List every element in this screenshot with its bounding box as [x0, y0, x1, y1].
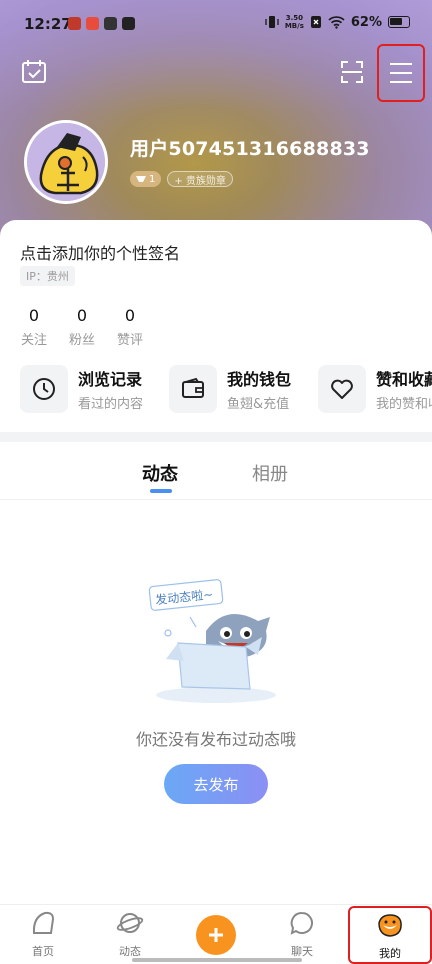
stat-value: 0 — [76, 306, 88, 325]
network-speed-value: 3.50 — [285, 14, 303, 22]
shortcut-favorites[interactable]: 赞和收藏 我的赞和收 — [318, 365, 432, 413]
plus-icon — [209, 928, 223, 942]
shortcut-subtitle: 鱼翅&充值 — [227, 397, 290, 412]
signature-prompt[interactable]: 点击添加你的个性签名 — [20, 240, 180, 264]
check-in-calendar-icon[interactable] — [20, 58, 48, 86]
mail-notification-icon — [104, 17, 117, 30]
shortcut-history[interactable]: 浏览记录 看过的内容 — [20, 365, 169, 413]
tab-posts[interactable]: 动态 — [142, 460, 178, 493]
home-icon — [32, 911, 55, 934]
battery-icon — [388, 16, 410, 28]
planet-icon — [116, 913, 144, 933]
stat-following[interactable]: 0 关注 — [20, 306, 48, 348]
stat-label: 赞评 — [116, 333, 143, 348]
stat-label: 关注 — [20, 333, 47, 348]
shortcut-title: 赞和收藏 — [376, 370, 432, 389]
shortcut-title: 我的钱包 — [227, 370, 292, 389]
feed-section: 动态 相册 发动态啦~ 你还没有发布过动态哦 去发布 — [0, 442, 432, 904]
shortcut-title: 浏览记录 — [78, 370, 143, 389]
heart-icon — [318, 365, 366, 413]
menu-button[interactable] — [377, 44, 425, 102]
nav-label: 聊天 — [291, 945, 313, 958]
network-speed: 3.50 MB/s — [285, 14, 304, 30]
battery-percent: 62% — [350, 14, 382, 30]
app-notification-icon — [122, 17, 135, 30]
level-number: 1 — [149, 173, 156, 185]
badges: 1 + 贵族勋章 — [130, 171, 233, 187]
level-badge[interactable]: 1 — [130, 171, 162, 187]
vibrate-icon — [265, 16, 279, 28]
status-indicators: 3.50 MB/s 62% — [265, 14, 410, 30]
stat-value: 0 — [124, 306, 136, 325]
shortcut-row: 浏览记录 看过的内容 我的钱包 鱼翅&充值 赞和收藏 我的赞和收 — [20, 365, 432, 413]
clock-icon — [20, 365, 68, 413]
stat-value: 0 — [28, 306, 40, 325]
nav-home[interactable]: 首页 — [13, 909, 73, 959]
notification-icons — [68, 17, 135, 30]
username[interactable]: 用户507451316688833 — [130, 134, 370, 161]
shortcut-subtitle: 我的赞和收 — [376, 397, 432, 412]
nav-chat[interactable]: 聊天 — [272, 909, 332, 959]
wallet-icon — [169, 365, 217, 413]
wing-icon — [136, 176, 146, 182]
stat-likes[interactable]: 0 赞评 — [116, 306, 144, 348]
avatar[interactable] — [24, 120, 108, 204]
feed-tabs: 动态 相册 — [0, 442, 432, 500]
publish-button[interactable]: 去发布 — [164, 764, 268, 804]
shortcut-subtitle: 看过的内容 — [78, 397, 144, 412]
nav-mine[interactable]: 我的 — [348, 906, 432, 964]
empty-state-message: 你还没有发布过动态哦 — [135, 730, 296, 749]
create-post-button[interactable] — [196, 915, 236, 955]
home-indicator — [132, 958, 302, 962]
shark-mascot-icon — [378, 914, 402, 937]
empty-state-shark-illustration: 发动态啦~ — [146, 577, 286, 707]
chat-icon — [290, 911, 313, 935]
noble-badge-button[interactable]: + 贵族勋章 — [167, 171, 233, 187]
app-notification-icon — [86, 17, 99, 30]
tab-album[interactable]: 相册 — [252, 460, 288, 486]
wifi-icon — [328, 16, 345, 29]
bottom-navigation: 首页 动态 聊天 我的 — [0, 904, 432, 964]
profile-card: 点击添加你的个性签名 IP：贵州 0 关注 0 粉丝 0 赞评 浏览记录 看过的… — [0, 220, 432, 432]
status-bar: 12:27 3.50 MB/s 62% — [0, 0, 432, 50]
nav-label: 我的 — [379, 947, 401, 960]
ip-location: IP：贵州 — [20, 266, 75, 286]
stats-row: 0 关注 0 粉丝 0 赞评 — [20, 306, 144, 348]
shortcut-wallet[interactable]: 我的钱包 鱼翅&充值 — [169, 365, 318, 413]
hamburger-menu-icon — [390, 63, 412, 83]
stat-label: 粉丝 — [68, 333, 95, 348]
stat-fans[interactable]: 0 粉丝 — [68, 306, 96, 348]
nav-label: 首页 — [32, 945, 54, 958]
network-speed-unit: MB/s — [284, 22, 304, 30]
app-notification-icon — [68, 17, 81, 30]
status-time: 12:27 — [24, 15, 72, 33]
nav-feed[interactable]: 动态 — [100, 909, 160, 959]
nav-label: 动态 — [119, 945, 141, 958]
scan-icon[interactable] — [338, 58, 366, 86]
sim-off-icon — [310, 16, 321, 28]
